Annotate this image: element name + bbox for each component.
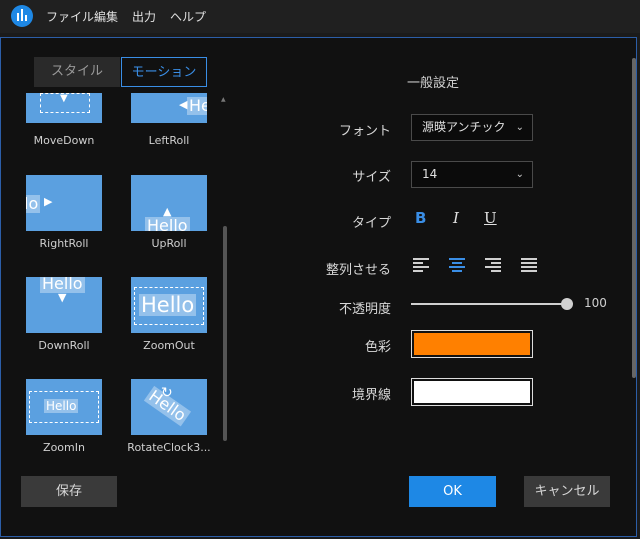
ok-button[interactable]: OK: [409, 476, 496, 507]
cancel-button[interactable]: キャンセル: [524, 476, 610, 507]
motion-thumb-rightroll[interactable]: lo ▶: [26, 175, 102, 231]
opacity-slider-track[interactable]: [411, 303, 567, 305]
align-label: 整列させる: [325, 263, 391, 278]
border-label: 境界線: [351, 388, 391, 403]
underline-button[interactable]: U: [484, 209, 497, 227]
type-label: タイプ: [351, 216, 391, 231]
thumb-label-downroll: DownRoll: [38, 339, 90, 352]
thumb-label-leftroll: LeftRoll: [148, 134, 190, 147]
border-color-swatch: [414, 381, 530, 403]
align-justify-icon[interactable]: [521, 258, 537, 272]
text-settings-dialog: スタイル モーション ▲ ▼ MoveDown He ◀ LeftRoll lo…: [0, 37, 637, 537]
section-title-general: 一般設定: [407, 76, 460, 91]
motion-thumb-downroll[interactable]: Hello ▼: [26, 277, 102, 333]
rotate-arrow-icon: ↻: [161, 385, 173, 401]
app-logo-icon[interactable]: [11, 5, 33, 27]
thumb-label-zoomout: ZoomOut: [143, 339, 195, 352]
thumb-label-rotateclock: RotateClock3...: [127, 441, 211, 453]
hello-text: Hello: [145, 217, 190, 231]
menu-bar: ファイル 編集 出力 ヘルプ: [0, 0, 640, 33]
dialog-scrollbar[interactable]: [632, 58, 636, 378]
font-label: フォント: [338, 124, 391, 139]
align-right-icon[interactable]: [485, 258, 501, 272]
scroll-up-arrow-icon[interactable]: ▲: [221, 96, 226, 103]
color-picker[interactable]: [411, 330, 533, 358]
tab-motion[interactable]: モーション: [121, 57, 207, 87]
size-label: サイズ: [352, 170, 391, 185]
motion-thumb-zoomout[interactable]: Hello: [131, 277, 207, 333]
font-select-value: 源暎アンチック: [422, 120, 506, 134]
border-color-picker[interactable]: [411, 378, 533, 406]
arrow-down-icon: ▼: [60, 93, 68, 104]
arrow-right-icon: ▶: [44, 195, 53, 208]
arrow-down-icon: ▼: [58, 291, 67, 304]
motion-thumbnail-grid: ▼ MoveDown He ◀ LeftRoll lo ▶ RightRoll …: [21, 93, 216, 453]
size-select-value: 14: [422, 167, 438, 181]
arrow-up-icon: ▲: [163, 205, 172, 218]
hello-text: Hello: [44, 399, 79, 413]
thumb-label-rightroll: RightRoll: [39, 237, 89, 250]
save-button[interactable]: 保存: [21, 476, 117, 507]
thumb-label-uproll: UpRoll: [151, 237, 187, 250]
hello-text: lo: [26, 195, 41, 213]
align-left-icon[interactable]: [413, 258, 429, 272]
motion-thumb-rotateclock[interactable]: Hello ↻: [131, 379, 207, 435]
opacity-label: 不透明度: [338, 302, 391, 317]
bold-button[interactable]: B: [415, 209, 426, 227]
align-center-icon[interactable]: [449, 258, 465, 272]
menu-edit[interactable]: 編集: [94, 8, 118, 25]
font-select[interactable]: 源暎アンチック ⌄: [411, 114, 533, 141]
menu-help[interactable]: ヘルプ: [170, 8, 206, 25]
motion-thumb-zoomin[interactable]: Hello: [26, 379, 102, 435]
hello-text: Hello: [139, 293, 197, 317]
arrow-left-icon: ◀: [179, 98, 188, 111]
motion-thumb-leftroll[interactable]: He ◀: [131, 93, 207, 123]
motion-thumb-uproll[interactable]: Hello ▲: [131, 175, 207, 231]
opacity-value: 100: [584, 296, 607, 310]
menu-file[interactable]: ファイル: [46, 8, 94, 25]
motion-thumb-movedown[interactable]: ▼: [26, 93, 102, 123]
chevron-down-icon: ⌄: [515, 122, 524, 133]
thumbnail-scrollbar[interactable]: [223, 226, 227, 441]
hello-text: He: [187, 97, 207, 115]
tab-style[interactable]: スタイル: [34, 57, 120, 87]
chevron-down-icon: ⌄: [515, 169, 524, 180]
color-label: 色彩: [364, 340, 391, 355]
menu-output[interactable]: 出力: [132, 8, 156, 25]
thumb-label-zoomin: ZoomIn: [43, 441, 85, 453]
opacity-slider-handle[interactable]: [561, 298, 573, 310]
thumb-label-movedown: MoveDown: [33, 134, 95, 147]
color-swatch: [414, 333, 530, 355]
size-select[interactable]: 14 ⌄: [411, 161, 533, 188]
italic-button[interactable]: I: [453, 209, 459, 227]
